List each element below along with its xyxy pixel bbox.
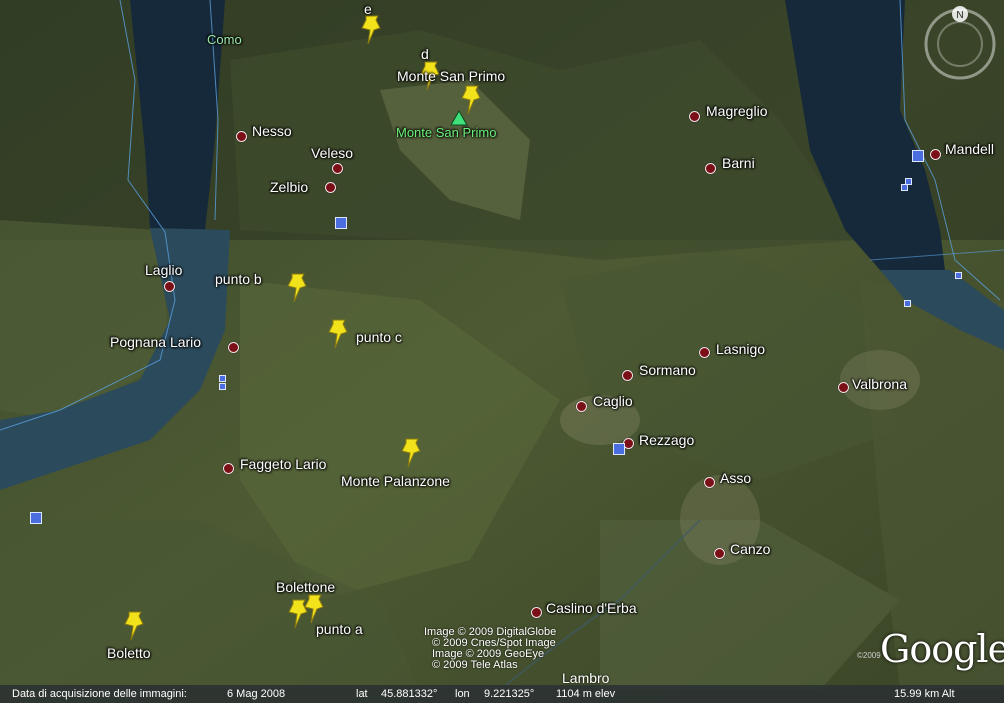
place-label-laglio: Laglio [145,262,183,278]
pushpin-icon-boletto[interactable] [121,610,147,644]
place-marker-caslino-derba[interactable] [531,607,542,618]
place-label-asso: Asso [720,470,752,486]
longitude-label: lon [455,688,470,700]
place-label-zelbio: Zelbio [270,179,309,195]
pin-label-monte-san-primo: Monte San Primo [397,68,506,84]
place-label-como: Como [207,32,242,47]
place-marker-lasnigo[interactable] [699,347,710,358]
photo-marker[interactable] [901,184,908,191]
pushpin-icon-punto-c[interactable] [325,318,351,352]
pin-label-boletto: Boletto [107,645,151,661]
peak-label-monte-san-primo: Monte San Primo [396,125,497,140]
place-label-lasnigo: Lasnigo [716,341,766,357]
photo-marker[interactable] [904,300,911,307]
place-label-veleso: Veleso [311,145,354,161]
photo-marker[interactable] [912,150,924,162]
place-label-pognana-lario: Pognana Lario [110,334,202,350]
pin-label-e: e [364,1,372,17]
place-marker-asso[interactable] [704,477,715,488]
pin-label-d: d [421,46,429,62]
place-marker-caglio[interactable] [576,401,587,412]
place-label-rezzago: Rezzago [639,432,695,448]
pushpin-icon-monte-san-primo[interactable] [458,84,484,118]
pushpin-icon-punto-a[interactable] [285,598,311,632]
map-view[interactable]: N Como e d Monte San Primo Monte San Pri… [0,0,1004,703]
place-marker-sormano[interactable] [622,370,633,381]
google-logo: Google [880,627,1004,671]
latitude-label: lat [356,688,368,700]
place-marker-faggeto-lario[interactable] [223,463,234,474]
imagery-credits: Image © 2009 DigitalGlobe © 2009 Cnes/Sp… [424,627,556,671]
pin-label-punto-b: punto b [215,271,262,287]
longitude-value: 9.221325° [484,688,535,700]
place-marker-laglio[interactable] [164,281,175,292]
acquisition-date-label: Data di acquisizione delle immagini: [12,688,187,700]
latitude-value: 45.881332° [381,688,438,700]
place-label-magreglio: Magreglio [706,103,768,119]
place-label-mandello: Mandell [945,141,995,157]
compass-icon[interactable]: N [922,6,998,82]
place-marker-canzo[interactable] [714,548,725,559]
pin-label-bolettone: Bolettone [276,579,336,595]
place-marker-barni[interactable] [705,163,716,174]
status-bar: Data di acquisizione delle immagini: 6 M… [0,685,1004,703]
place-marker-pognana-lario[interactable] [228,342,239,353]
place-marker-mandello[interactable] [930,149,941,160]
pin-label-punto-c: punto c [356,329,402,345]
pin-label-monte-palanzone: Monte Palanzone [341,473,450,489]
place-label-barni: Barni [722,155,755,171]
photo-marker[interactable] [219,383,226,390]
photo-marker[interactable] [30,512,42,524]
photo-marker[interactable] [955,272,962,279]
logo-year: ©2009 [857,651,881,660]
photo-marker[interactable] [335,217,347,229]
place-label-caslino-derba: Caslino d'Erba [546,600,637,616]
place-label-faggeto-lario: Faggeto Lario [240,456,327,472]
pushpin-icon-monte-palanzone[interactable] [398,437,424,471]
pushpin-icon-punto-b[interactable] [284,272,310,306]
place-label-canzo: Canzo [730,541,771,557]
eye-altitude-readout: 15.99 km Alt [894,688,955,700]
pushpin-icon-e[interactable] [358,14,384,48]
place-label-caglio: Caglio [593,393,633,409]
compass-north-label: N [956,10,963,21]
place-marker-nesso[interactable] [236,131,247,142]
photo-marker[interactable] [219,375,226,382]
elevation-readout: 1104 m elev [556,688,616,700]
credit-line: © 2009 Tele Atlas [432,659,518,671]
river-label-lambro: Lambro [562,670,610,686]
place-marker-magreglio[interactable] [689,111,700,122]
acquisition-date-value: 6 Mag 2008 [227,688,286,700]
place-label-sormano: Sormano [639,362,696,378]
place-marker-veleso[interactable] [332,163,343,174]
satellite-imagery [0,0,1004,703]
place-label-valbrona: Valbrona [852,376,908,392]
place-label-nesso: Nesso [252,123,292,139]
place-marker-valbrona[interactable] [838,382,849,393]
place-marker-zelbio[interactable] [325,182,336,193]
photo-marker[interactable] [613,443,625,455]
pin-label-punto-a: punto a [316,621,363,637]
